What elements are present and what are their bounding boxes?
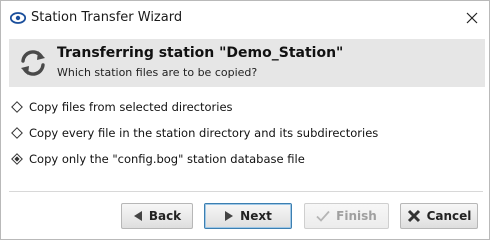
back-label: Back bbox=[148, 209, 182, 223]
finish-label: Finish bbox=[336, 209, 377, 223]
option-copy-selected-directories[interactable]: Copy files from selected directories bbox=[11, 97, 233, 117]
header-title: Transferring station "Demo_Station" bbox=[57, 45, 344, 61]
option-copy-every-file[interactable]: Copy every file in the station directory… bbox=[11, 123, 378, 143]
cancel-x-icon bbox=[407, 209, 420, 223]
option-label: Copy files from selected directories bbox=[29, 100, 233, 114]
next-button[interactable]: Next bbox=[204, 203, 292, 229]
radio-selected-icon[interactable] bbox=[11, 153, 23, 165]
window-title: Station Transfer Wizard bbox=[31, 10, 183, 25]
wizard-header: Transferring station "Demo_Station" Whic… bbox=[9, 39, 485, 87]
option-label: Copy every file in the station directory… bbox=[29, 126, 379, 140]
radio-unselected-icon[interactable] bbox=[11, 127, 23, 139]
header-subtitle: Which station files are to be copied? bbox=[57, 66, 258, 79]
title-bar: Station Transfer Wizard bbox=[1, 1, 489, 35]
close-icon bbox=[466, 12, 478, 24]
checkmark-icon bbox=[316, 210, 330, 222]
wizard-window: Station Transfer Wizard Transferring sta… bbox=[0, 0, 490, 240]
close-button[interactable] bbox=[455, 1, 489, 35]
niagara-logo-icon bbox=[10, 12, 26, 24]
back-button[interactable]: Back bbox=[121, 203, 193, 229]
radio-unselected-icon[interactable] bbox=[11, 101, 23, 113]
option-copy-config-bog-only[interactable]: Copy only the "config.bog" station datab… bbox=[11, 149, 305, 169]
separator bbox=[9, 191, 483, 192]
cancel-label: Cancel bbox=[426, 209, 472, 223]
option-label: Copy only the "config.bog" station datab… bbox=[29, 152, 305, 166]
sync-arrows-icon bbox=[21, 50, 45, 76]
finish-button[interactable]: Finish bbox=[304, 203, 389, 229]
cancel-button[interactable]: Cancel bbox=[400, 203, 478, 229]
next-label: Next bbox=[240, 209, 272, 223]
back-arrow-icon bbox=[133, 211, 142, 221]
next-arrow-icon bbox=[225, 211, 234, 221]
